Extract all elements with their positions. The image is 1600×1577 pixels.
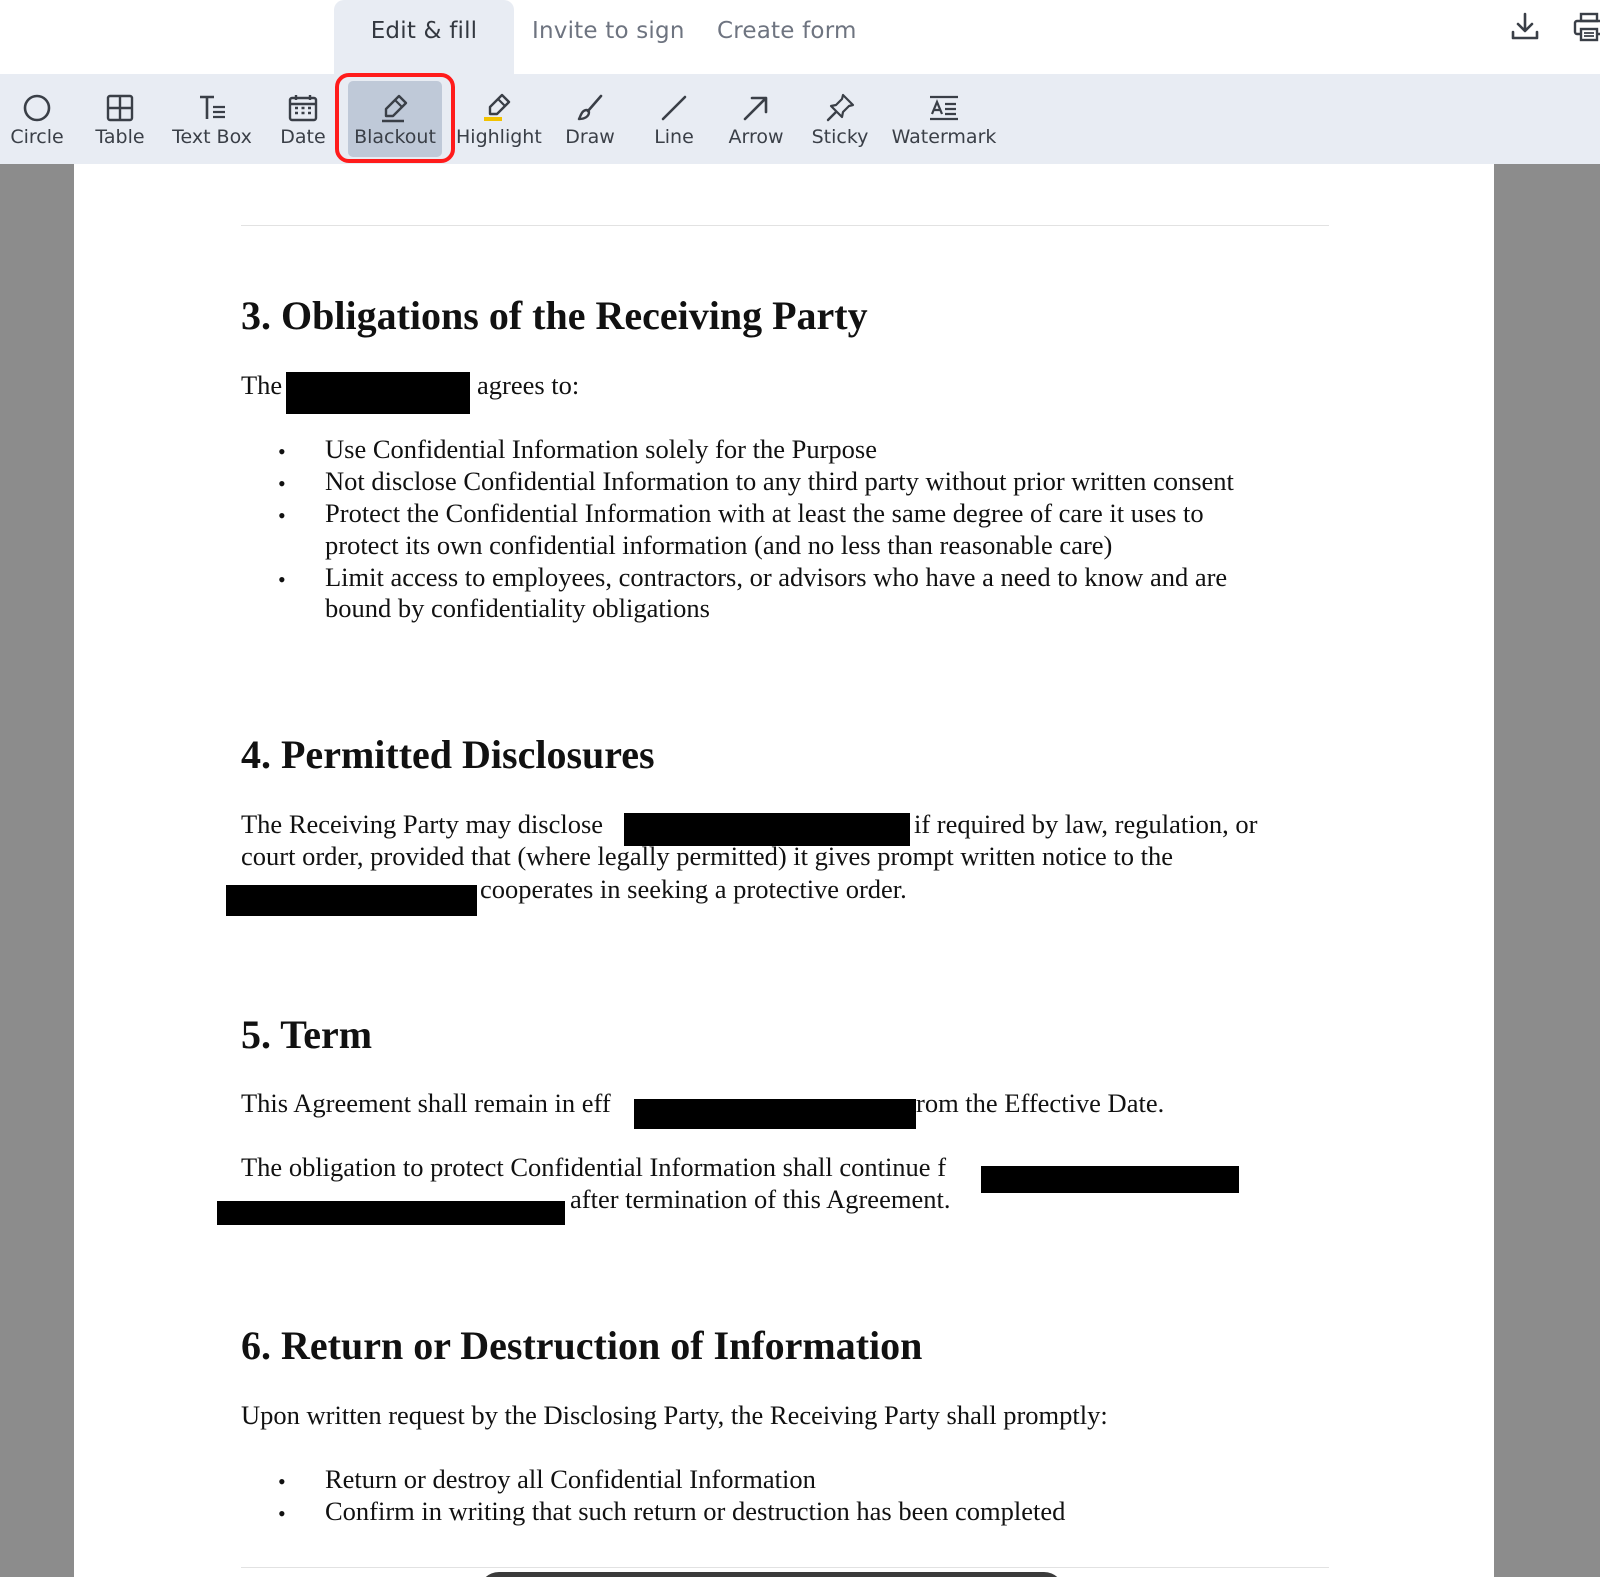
section-3-intro-start: The [241,370,283,400]
tool-line[interactable]: Line [640,74,708,164]
bullet-dot: • [278,1469,286,1494]
tab-invite-to-sign[interactable]: Invite to sign [532,0,685,74]
tool-arrow[interactable]: Arrow [720,74,792,164]
redaction-box[interactable] [226,885,477,916]
section-5-para-1-end: rom the Effective Date. [916,1088,1165,1118]
page-divider [241,225,1329,226]
tool-date[interactable]: Date [272,74,334,164]
redaction-box[interactable] [217,1201,565,1225]
section-6-heading: 6. Return or Destruction of Information [241,1323,923,1368]
tool-sticky[interactable]: Sticky [804,74,876,164]
download-icon[interactable] [1508,10,1542,44]
tool-label: Watermark [891,126,997,148]
pin-icon [826,93,855,122]
section-5-para-2-end: after termination of this Agreement. [570,1184,951,1214]
brush-icon [577,94,603,121]
list-item-continuation: bound by confidentiality obligations [325,593,710,623]
tool-circle[interactable]: Circle [0,74,74,164]
table-icon [106,94,134,122]
section-4-line-3: cooperates in seeking a protective order… [480,874,907,904]
section-5-para-2-start: The obligation to protect Confidential I… [241,1152,947,1182]
tool-label: Circle [10,126,64,148]
tool-label: Arrow [728,126,784,148]
tool-label: Date [280,126,326,148]
tab-create-form[interactable]: Create form [717,0,857,74]
list-item: Use Confidential Information solely for … [325,434,877,464]
list-item-continuation: protect its own confidential information… [325,530,1113,560]
document-page[interactable]: 3. Obligations of the Receiving Party Th… [74,164,1494,1577]
section-4-line-2: court order, provided that (where legall… [241,841,1174,871]
tool-label: Sticky [811,126,869,148]
highlighter-icon [484,93,511,121]
list-item: Return or destroy all Confidential Infor… [325,1464,816,1494]
list-item: Not disclose Confidential Information to… [325,466,1234,496]
list-item: Confirm in writing that such return or d… [325,1496,1066,1526]
tool-watermark[interactable]: Watermark [888,74,1000,164]
bullet-dot: • [278,471,286,496]
redaction-box[interactable] [981,1166,1239,1193]
tool-text-box[interactable]: Text Box [166,74,258,164]
section-5-heading: 5. Term [241,1012,373,1057]
page-navigation-bar[interactable] [479,1572,1064,1577]
tool-highlight[interactable]: Highlight [456,74,542,164]
tool-label: Table [95,126,145,148]
section-4-line-1-start: The Receiving Party may disclose [241,809,604,839]
top-tab-bar: Edit & fill Invite to sign Create form [0,0,1600,74]
arrow-icon [743,96,768,121]
redaction-box[interactable] [634,1099,916,1129]
tool-label: Draw [565,126,615,148]
section-4-heading: 4. Permitted Disclosures [241,732,655,777]
tool-label: Highlight [456,126,542,148]
list-item: Limit access to employees, contractors, … [325,562,1228,592]
tool-label: Text Box [172,126,252,148]
blackout-focus-highlight [335,73,455,163]
list-item: Protect the Confidential Information wit… [325,498,1204,528]
print-icon[interactable] [1572,10,1600,44]
line-icon [661,95,687,121]
section-3-heading: 3. Obligations of the Receiving Party [241,293,868,338]
tool-table[interactable]: Table [84,74,156,164]
bullet-dot: • [278,567,286,592]
bullet-dot: • [278,503,286,528]
page-divider [241,1567,1329,1568]
calendar-icon [288,95,318,122]
tool-label: Line [654,126,694,148]
watermark-icon [930,95,958,121]
text-box-icon [200,95,225,119]
section-3-intro-end: agrees to: [477,370,580,400]
section-6-intro: Upon written request by the Disclosing P… [241,1400,1108,1430]
section-5-para-1-start: This Agreement shall remain in eff [241,1088,611,1118]
annotation-toolbar: Circle Table Text Box Date Blackout High… [0,74,1600,164]
redaction-box[interactable] [286,372,470,414]
tab-edit-fill[interactable]: Edit & fill [334,0,514,74]
tool-draw[interactable]: Draw [556,74,624,164]
section-4-line-1-end: if required by law, regulation, or [914,809,1258,839]
bullet-dot: • [278,439,286,464]
circle-icon [23,94,51,122]
bullet-dot: • [278,1501,286,1526]
